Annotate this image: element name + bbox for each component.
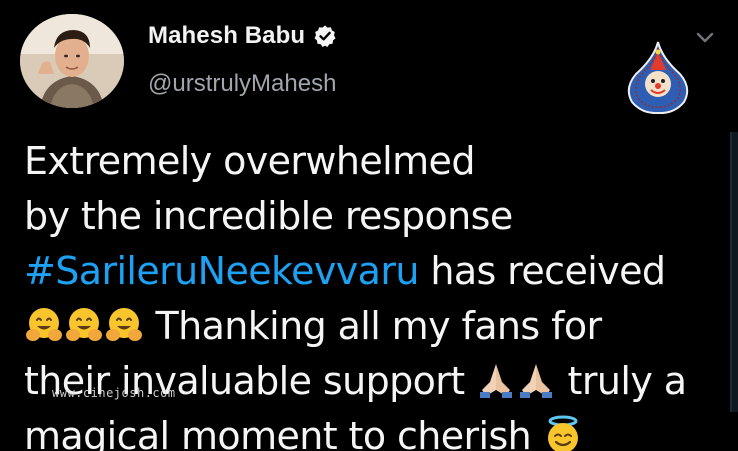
avatar[interactable] [20,14,124,108]
tweet-line-2: by the incredible response [24,194,513,238]
tweet-line-4: Thanking all my fans for [24,299,724,354]
author-name-row[interactable]: Mahesh Babu [148,22,337,50]
scrollbar[interactable] [730,132,738,412]
smiling-face-with-halo-emoji [547,415,578,451]
tweet-line-3: #SarileruNeekevvaru has received [24,244,724,299]
tweet-line-4-text: Thanking all my fans for [144,304,602,348]
tweet-text: Extremely overwhelmed by the incredible … [24,134,724,451]
display-name[interactable]: Mahesh Babu [148,22,305,50]
author-handle[interactable]: @urstrulyMahesh [148,70,336,98]
watermark-text: www.cinejosh.com [52,386,176,400]
folded-hands-emoji [480,364,513,398]
chevron-down-icon[interactable] [692,24,718,50]
tweet-line-6: magical moment to cherish [24,409,724,451]
hugging-face-emoji [26,308,62,341]
hugging-face-emoji [66,308,102,341]
tweet-line-1: Extremely overwhelmed [24,139,475,183]
watermark-logo [622,40,694,115]
tweet-line-6-text: magical moment to cherish [24,414,543,451]
verified-badge-icon [313,24,337,48]
tweet-line-5-text-b: truly a [556,359,687,403]
hugging-face-emoji [106,308,142,341]
tweet-line-3-text: has received [418,249,666,293]
folded-hands-emoji [520,364,553,398]
hashtag-link[interactable]: #SarileruNeekevvaru [24,249,419,293]
tweet-line-5: their invaluable support truly a [24,354,724,409]
